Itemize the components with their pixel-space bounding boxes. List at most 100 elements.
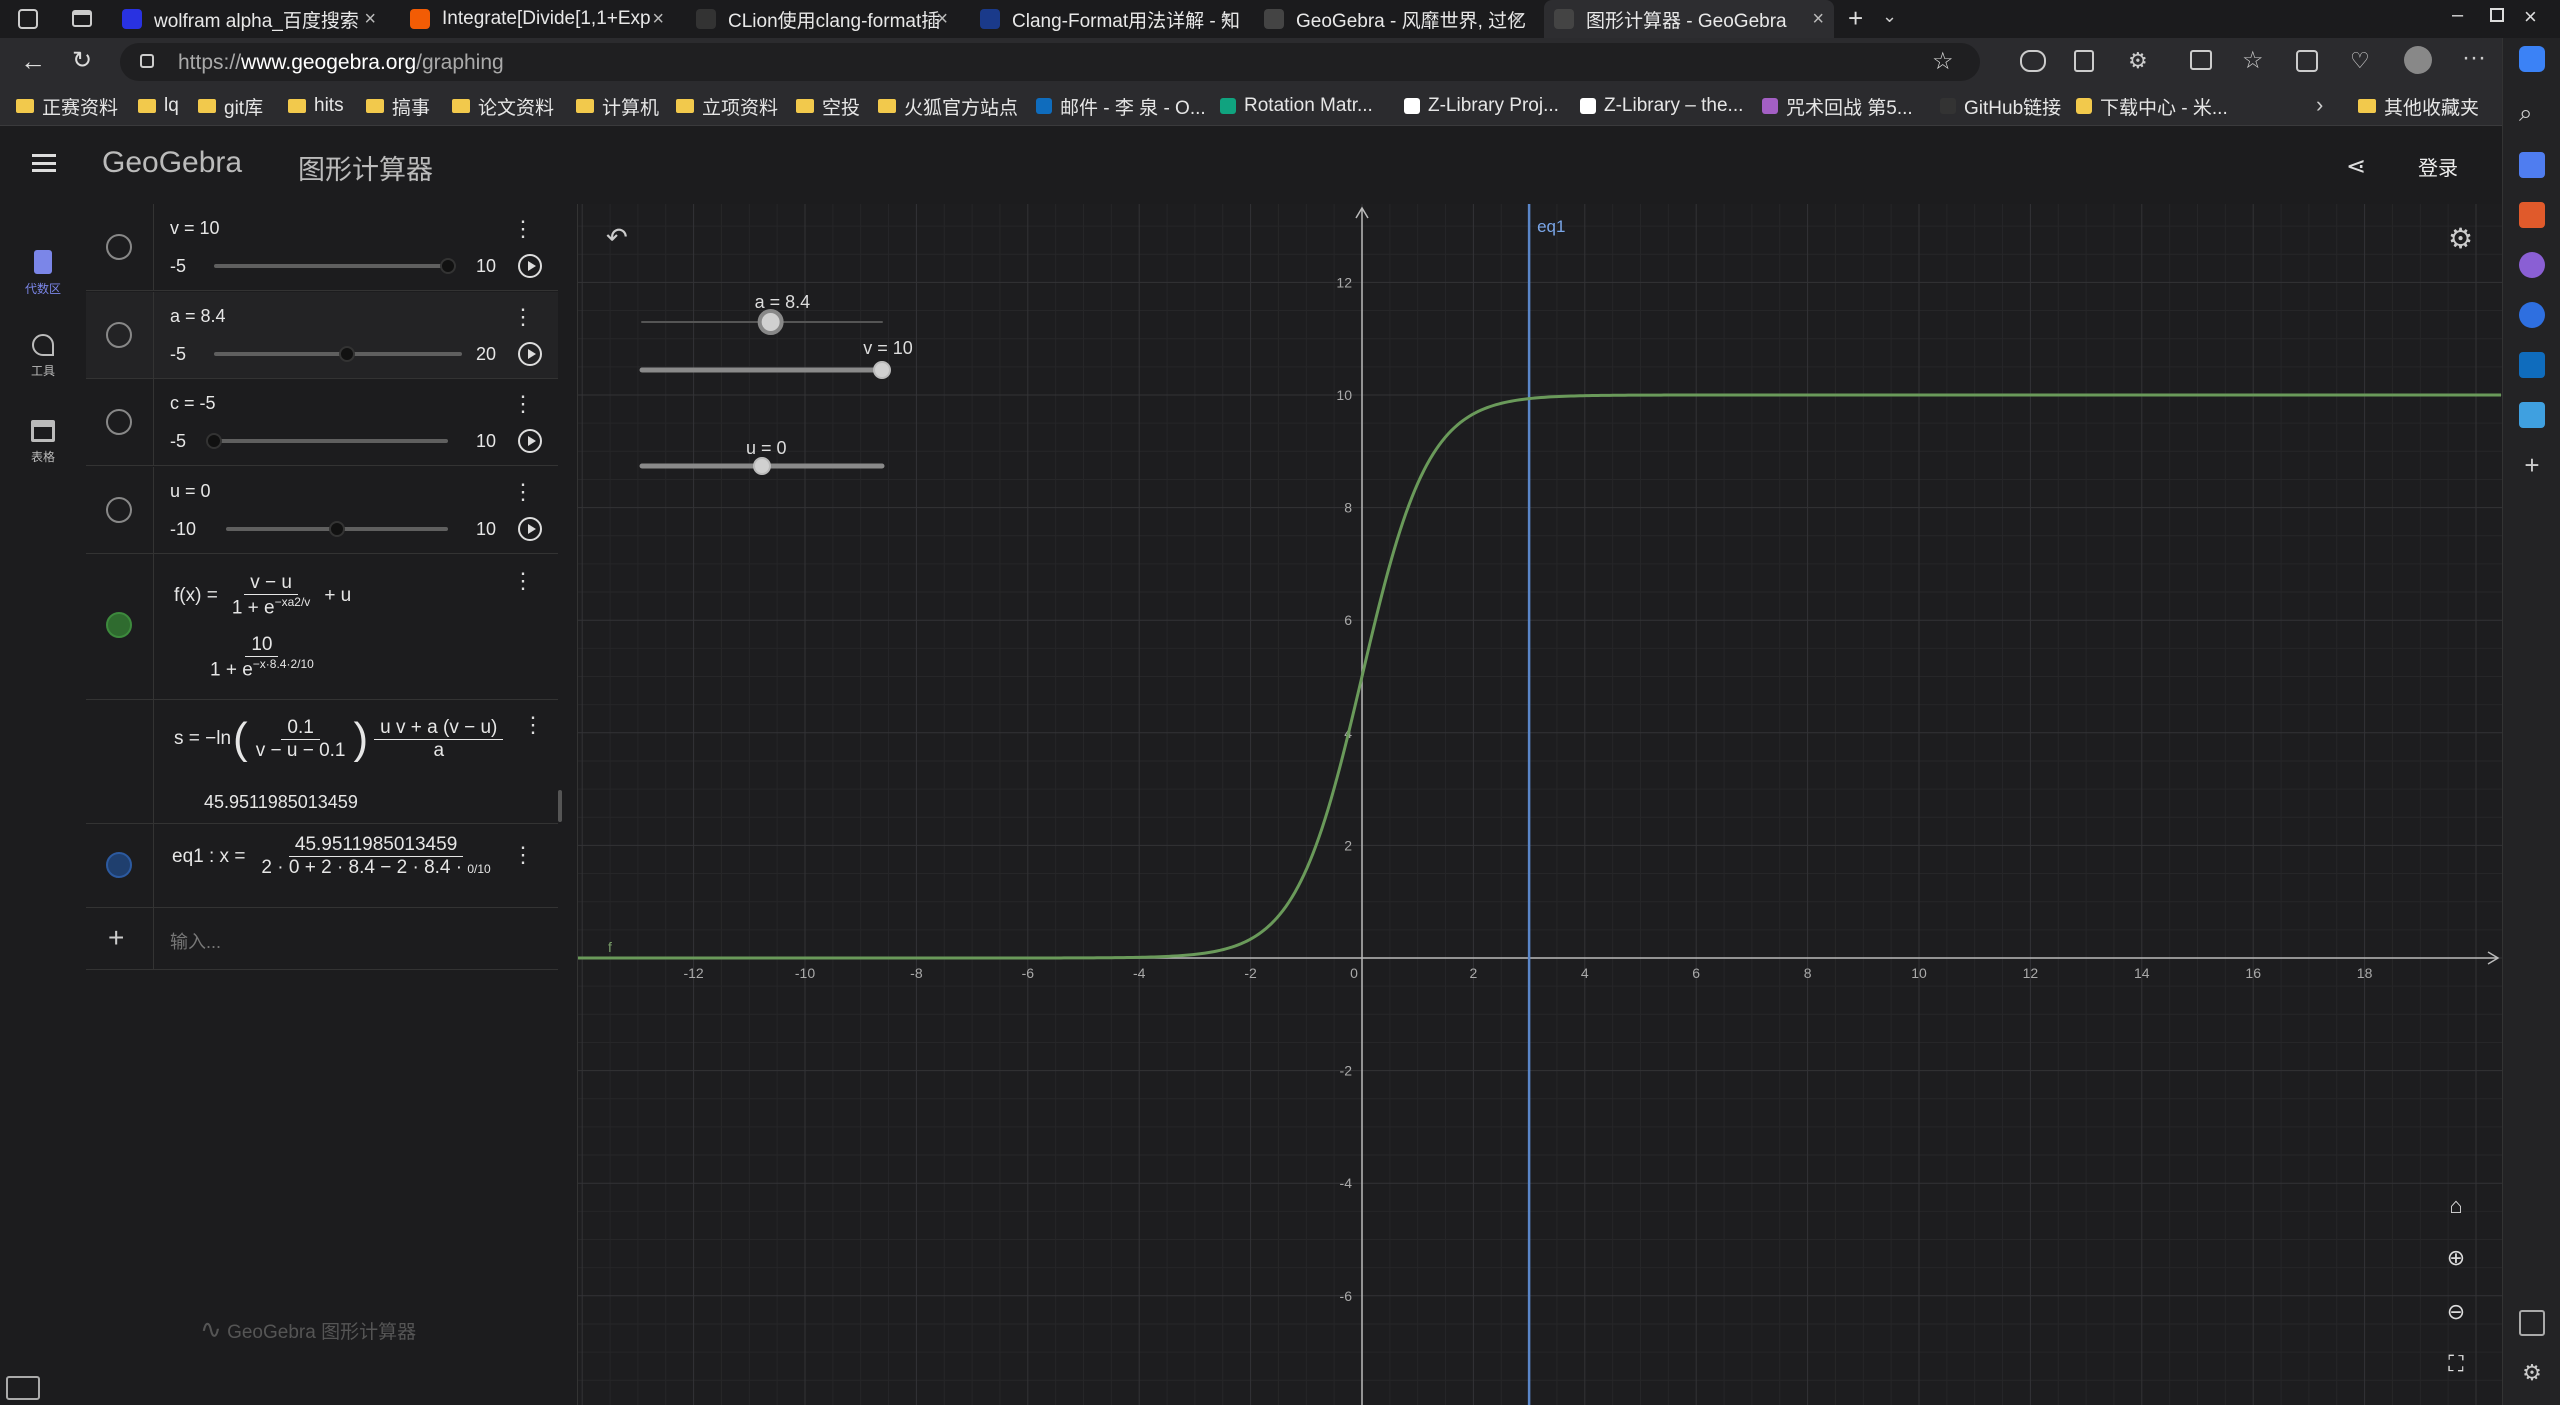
slider-thumb[interactable] [329,520,345,537]
slider-thumb[interactable] [338,345,355,362]
back-icon[interactable]: ← [20,46,46,77]
screenshot-icon[interactable] [2519,1310,2545,1336]
visibility-toggle[interactable] [106,852,132,878]
close-tab-icon[interactable]: × [936,8,948,31]
algebra-row-slider[interactable]: a = 8.4 -5 20 ⋮ [86,291,558,379]
keyboard-icon[interactable] [6,1376,40,1400]
more-options-icon[interactable]: ⋮ [522,714,544,736]
profile-avatar[interactable] [2404,46,2432,74]
algebra-row-slider[interactable]: v = 10 -5 10 ⋮ [86,204,558,291]
star-icon[interactable]: ☆ [1932,47,1954,76]
bookmark-item[interactable]: Z-Library – the... [1580,86,1743,126]
office-icon[interactable] [2519,302,2545,328]
close-tab-icon[interactable]: × [1220,8,1232,31]
home-icon[interactable]: ⌂ [2436,1186,2476,1226]
more-icon[interactable]: ··· [2462,44,2486,72]
tag-icon[interactable] [2519,152,2545,178]
play-icon[interactable] [518,516,542,541]
browser-tab[interactable]: CLion使用clang-format插 × [686,0,958,38]
bookmark-item[interactable]: 火狐官方站点 [878,86,1018,126]
algebra-row-s[interactable]: s = −ln ( 0.1 v − u − 0.1 ) u v + a (v −… [86,700,562,824]
copilot-icon[interactable] [2519,46,2545,72]
url-field[interactable]: https://www.geogebra.org/graphing ☆ [120,43,1980,81]
collections-icon[interactable] [2074,50,2094,72]
bookmark-item[interactable]: 邮件 - 李 泉 - O... [1036,86,1206,126]
settings-gear-icon[interactable]: ⚙ [2448,222,2473,255]
graphics-view[interactable]: -12 -10 -8 -6 -4 -2 0 2 4 6 8 10 12 14 16 18 12 10 8 6 4 2 -2-… [578,204,2502,1405]
split-screen-icon[interactable] [2190,50,2212,70]
sidebar-settings-icon[interactable]: ⚙ [2519,1360,2545,1386]
scrollbar-thumb[interactable] [558,790,562,822]
close-tab-icon[interactable]: × [652,8,664,31]
algebra-row-slider[interactable]: u = 0 -10 10 ⋮ [86,466,558,554]
tab-actions-icon[interactable] [72,10,92,27]
bookmark-item[interactable]: 下载中心 - 米... [2076,86,2228,126]
close-window-icon[interactable]: × [2524,4,2537,30]
visibility-toggle[interactable] [106,496,132,523]
chevron-down-icon[interactable]: ⌄ [1882,6,1897,27]
share-icon[interactable]: ⋖ [2346,152,2366,181]
bookmark-other[interactable]: 其他收藏夹 [2358,86,2479,126]
refresh-icon[interactable]: ↻ [72,46,92,75]
play-icon[interactable] [518,429,542,453]
more-options-icon[interactable]: ⋮ [512,844,534,866]
play-icon[interactable] [518,254,542,278]
toolbox-icon[interactable] [2519,202,2545,228]
workspaces-icon[interactable] [18,9,38,29]
restore-icon[interactable] [2490,8,2504,22]
nav-table[interactable]: 表格 [0,420,86,465]
slider-track[interactable] [214,439,448,443]
visibility-toggle[interactable] [106,234,132,260]
undo-icon[interactable]: ↶ [606,222,628,253]
bookmark-item[interactable]: 论文资料 [452,86,554,126]
close-tab-icon[interactable]: × [1510,8,1522,31]
algebra-row-eq1[interactable]: eq1 : x = 45.9511985013459 2 · 0 + 2 · 8… [86,824,558,908]
bookmark-item[interactable]: 正赛资料 [16,86,118,126]
geogebra-logo[interactable]: GeoGebra [102,146,242,180]
algebra-row-f[interactable]: f(x) = v − u 1 + e−xa2/v + u 10 1 + e−x·… [86,552,558,700]
login-button[interactable]: 登录 [2418,152,2458,181]
bookmark-item[interactable]: 空投 [796,86,860,126]
favorites-icon[interactable]: ☆ [2242,46,2264,75]
input-bar[interactable]: 输入... [170,928,221,954]
browser-tab[interactable]: 图形计算器 - GeoGebra × [1544,0,1834,38]
more-options-icon[interactable]: ⋮ [512,480,534,503]
menu-icon[interactable] [32,154,56,172]
more-options-icon[interactable]: ⋮ [512,305,534,328]
algebra-row-slider[interactable]: c = -5 -5 10 ⋮ [86,379,558,466]
chevron-right-icon[interactable]: › [2316,92,2323,118]
nav-tools[interactable]: 工具 [0,334,86,379]
extensions-puzzle-icon[interactable]: ⚙ [2128,48,2148,74]
zoom-in-icon[interactable]: ⊕ [2436,1238,2476,1278]
visibility-toggle[interactable] [106,612,132,638]
play-icon[interactable] [518,341,542,366]
new-tab-icon[interactable]: + [1848,3,1863,34]
outlook-icon[interactable] [2519,352,2545,378]
more-options-icon[interactable]: ⋮ [512,570,534,592]
bookmark-item[interactable]: lq [138,86,179,126]
performance-icon[interactable]: ♡ [2350,48,2370,74]
algebra-input-row[interactable]: + 输入... [86,908,558,970]
close-tab-icon[interactable]: × [364,8,376,31]
slider-track[interactable] [214,264,448,268]
nav-algebra[interactable]: 代数区 [0,250,86,297]
zoom-out-icon[interactable]: ⊖ [2436,1292,2476,1332]
bookmark-item[interactable]: 计算机 [576,86,659,126]
slider-thumb[interactable] [206,433,222,449]
copy-icon[interactable] [2296,50,2318,72]
graph-canvas[interactable]: -12 -10 -8 -6 -4 -2 0 2 4 6 8 10 12 14 16 1812108642-2-… [578,204,2502,1405]
search-icon[interactable]: ⌕ [2519,100,2545,127]
telegram-icon[interactable] [2519,402,2545,428]
extension-icon[interactable] [2020,50,2046,72]
browser-tab[interactable]: Clang-Format用法详解 - 知 × [970,0,1242,38]
bookmark-item[interactable]: Rotation Matr... [1220,86,1373,126]
people-icon[interactable] [2519,252,2545,278]
browser-tab[interactable]: Integrate[Divide[1,1+Exp × [400,0,674,38]
visibility-toggle[interactable] [106,409,132,435]
bookmark-item[interactable]: GitHub链接 [1940,86,2061,126]
browser-tab[interactable]: wolfram alpha_百度搜索 × [112,0,386,38]
bookmark-item[interactable]: Z-Library Proj... [1404,86,1559,126]
add-icon[interactable]: + [108,922,124,954]
bookmark-item[interactable]: 搞事 [366,86,430,126]
bookmark-item[interactable]: 咒术回战 第5... [1762,86,1913,126]
